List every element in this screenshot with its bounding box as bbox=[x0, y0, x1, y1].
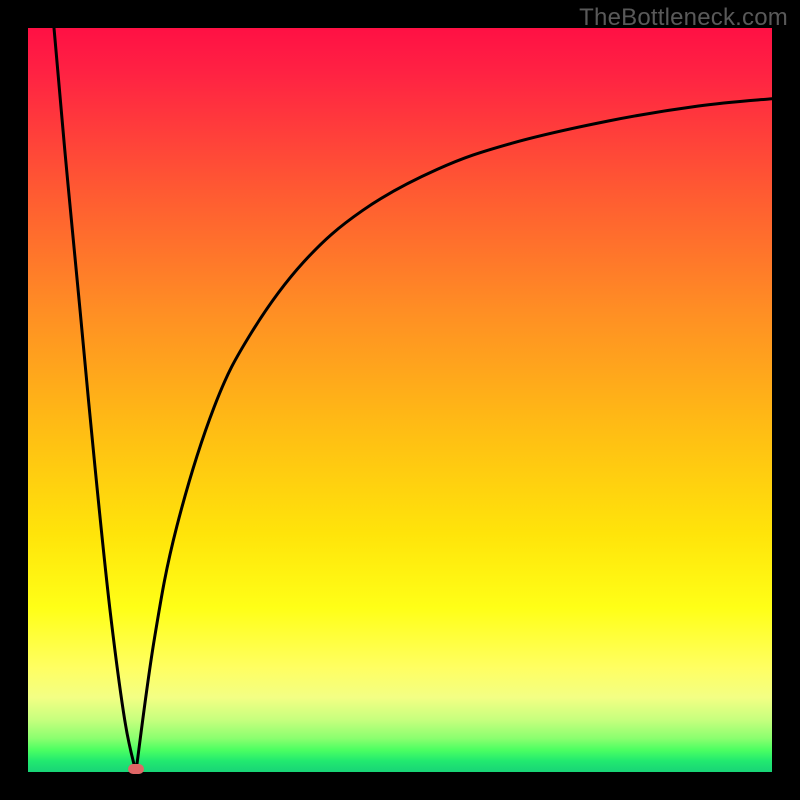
watermark-label: TheBottleneck.com bbox=[579, 4, 788, 32]
curve-left-branch bbox=[54, 28, 136, 772]
bottleneck-curve bbox=[28, 28, 772, 772]
curve-right-branch bbox=[136, 99, 772, 772]
plot-area bbox=[28, 28, 772, 772]
chart-frame: TheBottleneck.com bbox=[0, 0, 800, 800]
optimal-point-marker bbox=[128, 764, 144, 774]
